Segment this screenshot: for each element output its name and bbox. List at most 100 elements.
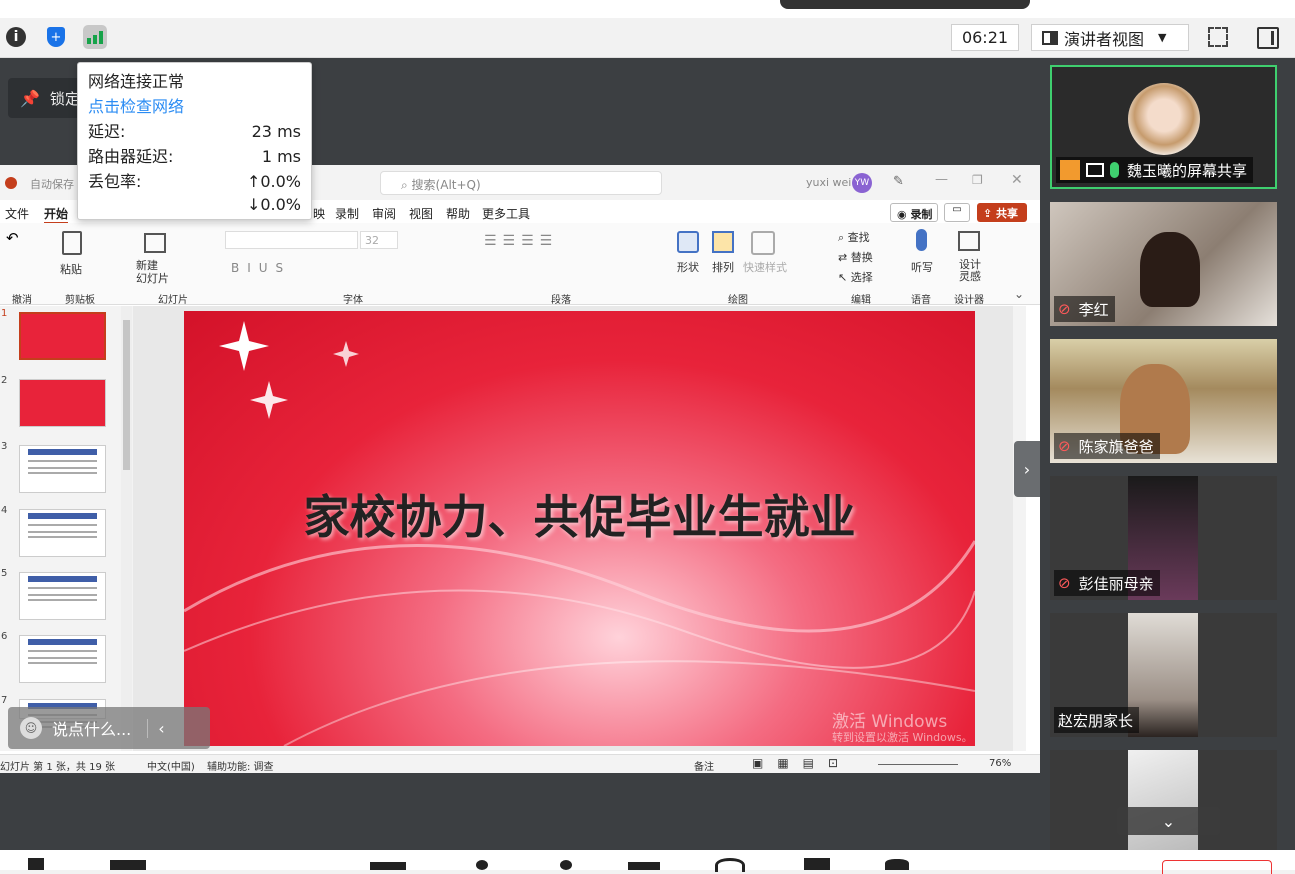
tab-review[interactable]: 审阅 [372,205,396,222]
tab-home[interactable]: 开始 [44,205,69,224]
participant-tile[interactable]: ⊘ 陈家旗爸爸 [1050,339,1277,463]
lock-button[interactable]: 📌 锁定 [8,78,88,118]
new-slide-icon[interactable] [144,233,166,253]
video-person [1140,232,1200,307]
tab-file[interactable]: 文件 [5,205,29,222]
microphone-icon[interactable] [916,229,927,251]
new-slide-label[interactable]: 新建 幻灯片 [136,259,169,285]
font-size-box[interactable]: 32 [360,231,398,249]
minimize-icon[interactable]: — [935,172,948,187]
paragraph-icons[interactable]: ☰☰☰☰ [484,233,558,249]
slide-thumbnail[interactable] [19,379,106,427]
arrange-icon[interactable] [712,231,734,253]
share-button[interactable]: ⇪ 共享 [977,203,1027,222]
autosave-label[interactable]: 自动保存 [30,176,74,192]
top-handle[interactable] [780,0,1030,9]
close-icon[interactable]: ✕ [1011,172,1023,188]
zoom-slider[interactable] [878,764,958,765]
thumbnail-number: 1 [1,308,8,319]
sidebar-toggle-icon[interactable] [1257,27,1279,49]
slide-thumbnail[interactable] [19,509,106,557]
quick-style-icon[interactable] [751,231,775,255]
user-name: yuxi wei [806,176,852,189]
language-label[interactable]: 中文(中国) [147,758,195,773]
network-stat-row: 丢包率: ↑0.0% [88,169,301,194]
screen-share-icon [1086,163,1104,177]
collapse-chat-icon[interactable]: ‹ [147,718,165,738]
participant-tile[interactable]: ⊘ 彭佳丽母亲 [1050,476,1277,600]
chat-icon[interactable] [628,862,660,870]
restore-icon[interactable]: ❐ [972,173,983,187]
slide-thumbnail[interactable] [19,312,106,360]
participant-tile[interactable] [1050,750,1277,850]
participants-icon[interactable] [476,860,488,870]
slide-scrollbar[interactable] [1013,306,1026,751]
paste-label[interactable]: 粘贴 [60,261,82,277]
notes-button[interactable]: 备注 [694,758,714,773]
replace-button[interactable]: ⇄ 替换 [838,249,873,265]
apps-icon[interactable] [804,858,830,870]
search-box[interactable]: ⌕ 搜索(Alt+Q) [380,171,662,195]
ppt-statusbar: 幻灯片 第 1 张，共 19 张 中文(中国) 辅助功能: 调查 备注 ▣▦▤⊡… [0,754,1040,773]
camera-icon[interactable] [110,860,146,870]
view-icons[interactable]: ▣▦▤⊡ [752,756,852,770]
clipboard-group-label: 剪贴板 [65,295,95,306]
designer-ideas-label[interactable]: 设计 灵感 [959,259,981,283]
thumbnail-scrollbar[interactable] [121,306,132,751]
collapse-ribbon-icon[interactable]: ⌄ [1014,287,1024,301]
scroll-down-button[interactable]: ⌄ [1117,807,1220,835]
font-name-box[interactable] [225,231,358,249]
participant-name-tag: ⊘ 李红 [1054,296,1115,322]
screen-share-icon[interactable] [370,862,406,870]
tab-slideshow[interactable]: 映 [313,205,325,222]
slide-thumbnail[interactable] [19,572,106,620]
tab-view[interactable]: 视图 [409,205,433,222]
quick-style-label[interactable]: 快速样式 [743,259,787,275]
user-avatar[interactable]: YW [852,173,872,193]
view-mode-label: 演讲者视图 [1064,29,1145,49]
invite-icon[interactable] [560,860,572,870]
info-icon[interactable]: i [4,25,28,49]
slide-thumbnail[interactable] [19,445,106,493]
undo-icon[interactable]: ↶ [6,229,19,247]
paragraph-group-label: 段落 [551,295,571,306]
participant-tile[interactable]: ⊘ 李红 [1050,202,1277,326]
share-label: 共享 [996,207,1019,220]
accessibility-label[interactable]: 辅助功能: 调查 [207,758,274,773]
select-button[interactable]: ↖ 选择 [838,269,873,285]
font-format-icons[interactable]: BIUS [231,261,291,275]
shape-label[interactable]: 形状 [677,259,699,275]
participant-tile[interactable]: 赵宏朋家长 [1050,613,1277,737]
fullscreen-icon[interactable] [1208,27,1228,47]
dictate-label[interactable]: 听写 [911,259,933,275]
comment-icon[interactable]: ▭ [944,203,970,222]
participant-tile-screenshare[interactable]: 魏玉曦的屏幕共享 [1050,65,1277,189]
tab-more-tools[interactable]: 更多工具 [482,205,530,222]
paste-icon[interactable] [62,231,82,255]
designer-icon[interactable] [958,231,980,251]
emoji-icon[interactable]: ☺ [20,717,42,739]
tab-record[interactable]: 录制 [335,205,359,222]
shield-icon[interactable]: + [44,25,68,49]
find-button[interactable]: ⌕ 查找 [838,229,870,245]
expand-panel-handle[interactable]: › [1014,441,1040,497]
check-network-link[interactable]: 点击检查网络 [88,94,301,119]
arrange-label[interactable]: 排列 [712,259,734,275]
network-signal-icon[interactable] [83,25,107,49]
thumbnail-number: 4 [1,505,8,516]
zoom-level[interactable]: 76% [989,758,1011,769]
leave-button[interactable] [1162,860,1272,874]
participant-name-tag: 赵宏朋家长 [1054,707,1140,733]
shapes-icon[interactable] [677,231,699,253]
mic-icon[interactable] [28,858,44,870]
participant-name: 彭佳丽母亲 [1078,574,1154,593]
pen-icon[interactable]: ✎ [893,174,904,189]
settings-icon[interactable] [885,859,909,870]
record-button[interactable]: ◉ 录制 [890,203,938,222]
slide[interactable]: 家校协力、共促毕业生就业 激活 Windows 转到设置以激活 Windows。 [184,311,975,746]
thumbnail-number: 5 [1,568,8,579]
slide-thumbnail[interactable] [19,635,106,683]
view-mode-button[interactable]: 演讲者视图 ▼ [1031,24,1189,51]
tab-help[interactable]: 帮助 [446,205,470,222]
chat-input[interactable]: ☺ 说点什么... ‹ [8,707,210,749]
